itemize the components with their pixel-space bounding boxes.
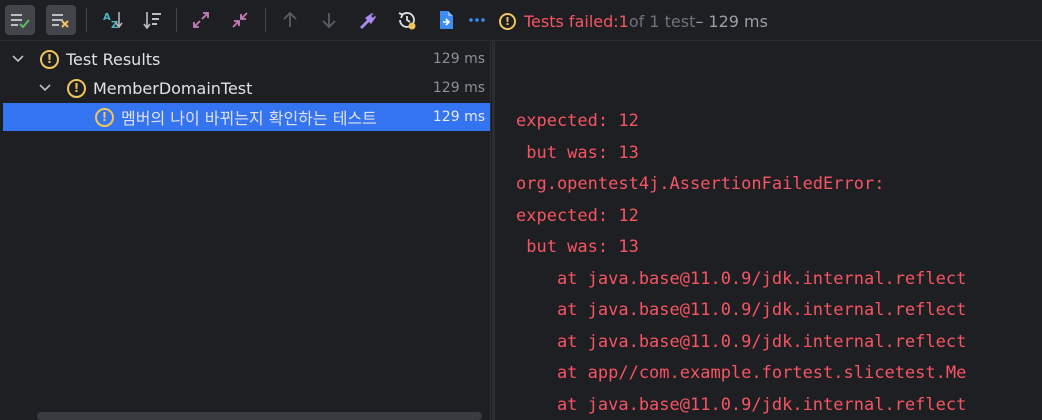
sort-alphabetically-icon: A Z bbox=[103, 12, 123, 31]
next-failed-test-button[interactable] bbox=[314, 5, 344, 35]
test-toolbar: A Z ! Tests failed: 1 of 1 test – 129 ms bbox=[0, 0, 1042, 41]
tree-row-time: 129 ms bbox=[432, 109, 485, 125]
console-line: at app//com.example.fortest.slicetest.Me bbox=[516, 363, 967, 383]
chevron-down-icon[interactable] bbox=[11, 52, 25, 66]
console-gutter bbox=[492, 41, 495, 420]
console-line: at java.base@11.0.9/jdk.internal.reflect bbox=[516, 332, 967, 352]
tree-row-member-age-test[interactable]: ! 멤버의 나이 바뀌는지 확인하는 테스트 129 ms bbox=[3, 103, 490, 131]
expand-all-icon bbox=[193, 12, 209, 28]
console-output[interactable]: expected: 12 but was: 13 org.opentest4j.… bbox=[492, 41, 1042, 420]
sort-alphabetically-button[interactable]: A Z bbox=[97, 5, 127, 35]
warning-icon: ! bbox=[67, 78, 86, 98]
horizontal-scrollbar[interactable] bbox=[37, 412, 482, 420]
tree-row-label: Test Results bbox=[66, 49, 161, 69]
sort-by-duration-button[interactable] bbox=[137, 5, 167, 35]
console-line: at java.base@11.0.9/jdk.internal.reflect bbox=[516, 269, 967, 289]
arrow-up-icon bbox=[283, 11, 297, 27]
console-line: at java.base@11.0.9/jdk.internal.reflect bbox=[516, 395, 967, 415]
warning-icon: ! bbox=[95, 107, 114, 127]
more-options-button[interactable] bbox=[462, 5, 492, 35]
svg-text:A: A bbox=[103, 12, 111, 23]
console-line: expected: 12 bbox=[516, 206, 639, 226]
arrow-down-icon bbox=[322, 13, 336, 29]
console-line: expected: 12 bbox=[516, 111, 639, 131]
status-duration: – 129 ms bbox=[695, 11, 768, 31]
test-history-button[interactable] bbox=[392, 5, 422, 35]
console-line: org.opentest4j.AssertionFailedError: bbox=[516, 174, 885, 194]
history-icon bbox=[398, 12, 416, 30]
test-status: ! Tests failed: 1 of 1 test – 129 ms bbox=[499, 10, 768, 32]
tree-row-test-results[interactable]: ! Test Results 129 ms bbox=[3, 45, 490, 73]
warning-icon: ! bbox=[40, 49, 59, 69]
import-icon bbox=[360, 13, 376, 29]
toolbar-separator bbox=[86, 8, 87, 32]
tree-row-time: 129 ms bbox=[432, 51, 485, 67]
tree-row-time: 129 ms bbox=[432, 80, 485, 96]
expand-all-button[interactable] bbox=[186, 5, 216, 35]
console-line: but was: 13 bbox=[516, 237, 639, 257]
export-results-button[interactable] bbox=[431, 5, 461, 35]
more-icon bbox=[469, 18, 485, 22]
console-line: at java.base@11.0.9/jdk.internal.reflect bbox=[516, 300, 967, 320]
export-icon bbox=[440, 11, 453, 29]
tree-row-member-domain-test[interactable]: ! MemberDomainTest 129 ms bbox=[3, 74, 490, 102]
console-line: but was: 13 bbox=[516, 143, 639, 163]
import-tests-button[interactable] bbox=[353, 5, 383, 35]
tree-row-label: MemberDomainTest bbox=[93, 78, 253, 98]
show-ignored-button[interactable] bbox=[46, 5, 76, 35]
sort-by-duration-icon bbox=[143, 12, 161, 30]
previous-failed-test-button[interactable] bbox=[275, 5, 305, 35]
collapse-all-icon bbox=[232, 12, 248, 28]
ignored-list-icon bbox=[52, 14, 69, 28]
show-passed-button[interactable] bbox=[5, 5, 35, 35]
tree-row-label: 멤버의 나이 바뀌는지 확인하는 테스트 bbox=[121, 109, 377, 128]
toolbar-separator bbox=[176, 8, 177, 32]
warning-icon: ! bbox=[499, 12, 516, 30]
status-prefix: Tests failed: bbox=[524, 11, 619, 31]
check-list-icon bbox=[11, 14, 30, 29]
status-total: of 1 test bbox=[628, 11, 696, 31]
status-failed-count: 1 bbox=[618, 11, 629, 31]
chevron-down-icon[interactable] bbox=[38, 81, 52, 95]
test-results-tree: ! Test Results 129 ms ! MemberDomainTest… bbox=[0, 41, 491, 420]
toolbar-separator bbox=[265, 8, 266, 32]
collapse-all-button[interactable] bbox=[225, 5, 255, 35]
